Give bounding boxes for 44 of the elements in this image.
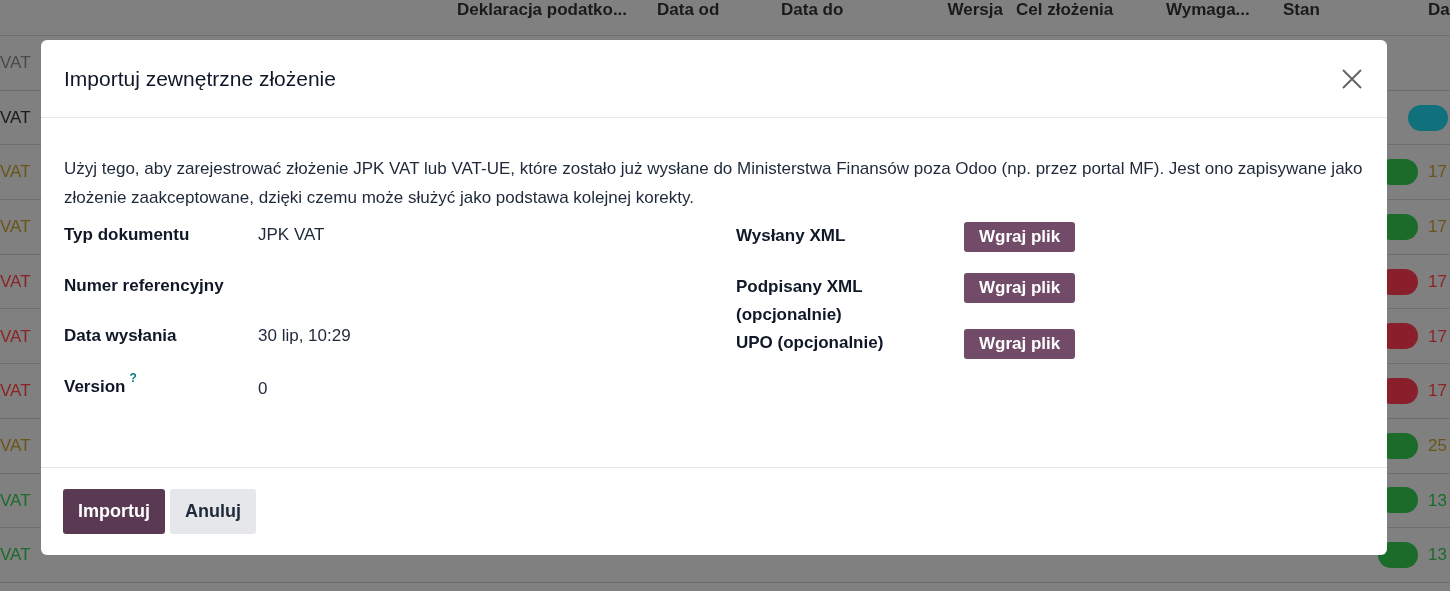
date-cell-text: 17	[1428, 161, 1448, 184]
import-button[interactable]: Importuj	[63, 489, 165, 534]
upload-button[interactable]: Wgraj plik	[964, 222, 1076, 252]
description: Użyj tego, aby zarejestrować złożenie JPK VAT lub VAT-UE, które zostało już wysłane do Ministerstwa Finansów poza Odoo (np. przez portal MF). Jest ono zapisywane jako złożenie zaakceptowane, dzięki czemu może służyć jako podstawa kolejnej korekty.	[64, 158, 1364, 209]
row-label: VAT	[0, 270, 31, 293]
column-header[interactable]: Data od	[657, 0, 720, 23]
row-label: VAT	[0, 434, 31, 457]
row-label: VAT	[0, 161, 31, 184]
field-label: Typ dokumentu	[64, 224, 190, 246]
date-cell-text: 25	[1428, 434, 1448, 457]
row-label: VAT	[0, 380, 31, 403]
date-cell-text: 17	[1428, 270, 1448, 293]
field-value[interactable]: 30 lip, 10:29	[258, 323, 351, 349]
field-value[interactable]: JPK VAT	[258, 222, 325, 248]
row-label: VAT	[0, 489, 31, 512]
field-value[interactable]: 0	[258, 375, 268, 401]
column-header[interactable]: Cel złożenia	[1016, 0, 1114, 23]
date-cell-text: 17	[1428, 216, 1448, 239]
column-header[interactable]: Deklaracja podatko...	[457, 0, 628, 23]
date-cell-text: 17	[1428, 380, 1448, 403]
column-header[interactable]: Wymaga...	[1166, 0, 1250, 23]
field-label: Version	[64, 375, 126, 398]
column-header[interactable]: Wersja	[943, 0, 1003, 23]
column-header[interactable]: Da	[1428, 0, 1450, 23]
column-header[interactable]: Data do	[781, 0, 844, 23]
field-label: UPO (opcjonalnie)	[736, 331, 885, 354]
field-label: Data wysłania	[64, 325, 177, 347]
upload-button[interactable]: Wgraj plik	[964, 272, 1076, 303]
close-icon[interactable]	[1340, 66, 1364, 91]
column-header[interactable]: Stan	[1283, 0, 1320, 23]
dialog-title: Importuj zewnętrzne złożenie	[64, 65, 336, 92]
row-label: VAT	[0, 544, 31, 567]
cancel-button[interactable]: Anuluj	[170, 489, 256, 534]
row-label: VAT	[0, 216, 31, 239]
upload-button[interactable]: Wgraj plik	[964, 328, 1076, 359]
row-label: VAT	[0, 106, 31, 129]
field-label: Wysłany XML	[736, 225, 847, 247]
help-tooltip[interactable]: ?	[129, 370, 137, 385]
date-cell-text: 13	[1428, 544, 1448, 567]
date-cell-text: 17	[1428, 325, 1448, 348]
date-cell-text: 13	[1428, 489, 1448, 512]
row-label: VAT	[0, 325, 31, 348]
field-label: Podpisany XML (opcjonalnie)	[736, 275, 864, 326]
field-label: Numer referencyjny	[64, 274, 224, 297]
